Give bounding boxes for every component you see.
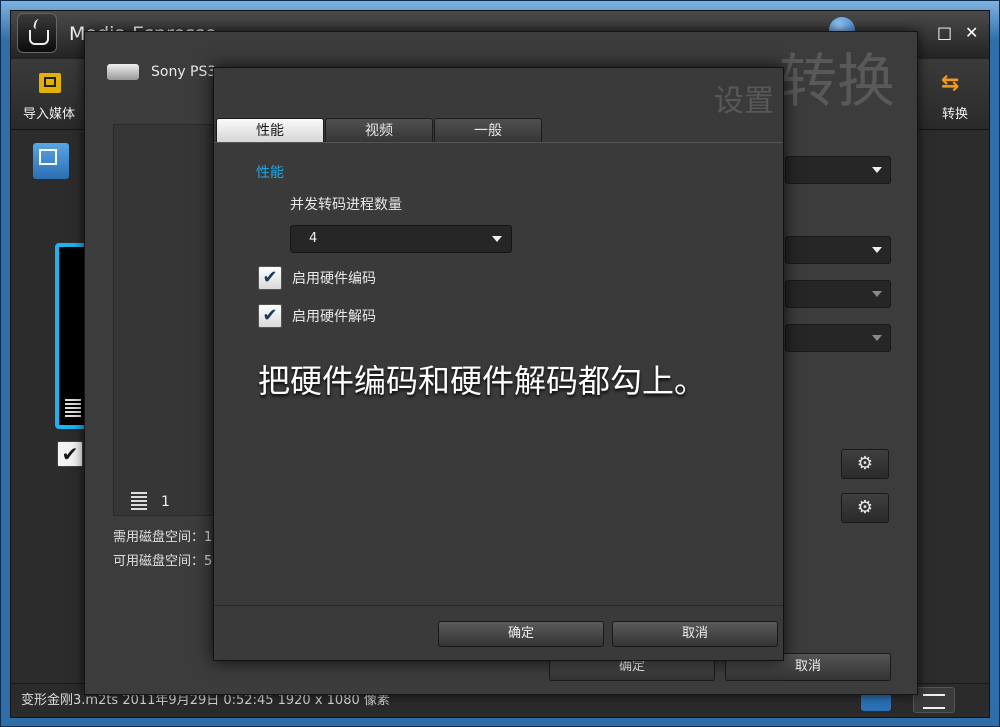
tab-video[interactable]: 视频 [325,118,433,142]
tab-performance[interactable]: 性能 [216,118,324,142]
convert-button[interactable]: ⇆ 转换 [925,67,985,125]
ps3-console-icon [107,64,139,80]
dialog-heading: 转换 [779,47,896,115]
device-name: Sony PS3 [151,64,217,80]
tab-general[interactable]: 一般 [434,118,542,142]
annotation-caption: 把硬件编码和硬件解码都勾上。 [258,362,707,400]
dialog-heading: 设置 [714,84,774,119]
convert-label: 转换 [941,107,968,122]
settings-dialog: 设置 性能 视频 一般 性能 并发转码进程数量 4 ✔ 启用硬件编码 ✔ 启用硬… [213,67,784,661]
import-media-label: 导入媒体 [22,107,75,122]
concurrent-processes-value: 4 [309,231,318,246]
gear-icon[interactable]: ⚙ [841,493,889,523]
coffee-cup-icon [17,13,57,53]
profile-select[interactable] [785,280,891,308]
hw-encode-checkbox[interactable]: ✔ [258,266,282,290]
footer-divider [214,605,783,606]
profile-select[interactable] [785,236,891,264]
media-select-checkbox[interactable]: ✔ [57,441,83,467]
disk-free-label: 可用磁盘空间：5 [113,554,213,569]
profile-select[interactable] [785,156,891,184]
swap-arrows-icon: ⇆ [941,71,960,96]
film-strip-icon [131,492,147,510]
hw-decode-checkbox[interactable]: ✔ [258,304,282,328]
media-library-tab[interactable] [33,143,69,179]
import-media-button[interactable]: 导入媒体 [15,67,83,125]
section-title: 性能 [256,165,284,181]
maximize-button[interactable]: □ [937,23,952,42]
concurrent-processes-label: 并发转码进程数量 [290,197,402,213]
cancel-button[interactable]: 取消 [612,621,778,647]
hw-encode-label: 启用硬件编码 [292,271,376,287]
film-strip-icon [65,399,81,417]
disk-needed-label: 需用磁盘空间：1 [113,530,213,545]
list-view-button[interactable] [913,687,955,713]
concurrent-processes-select[interactable]: 4 [290,225,512,253]
gear-icon[interactable]: ⚙ [841,449,889,479]
import-media-icon [39,73,61,93]
profile-select[interactable] [785,324,891,352]
close-button[interactable]: ✕ [965,23,978,42]
tab-divider [214,142,783,143]
chevron-down-icon [492,236,502,242]
preview-area [113,124,219,516]
ok-button[interactable]: 确定 [438,621,604,647]
preview-count: 1 [161,494,170,510]
hw-decode-label: 启用硬件解码 [292,309,376,325]
